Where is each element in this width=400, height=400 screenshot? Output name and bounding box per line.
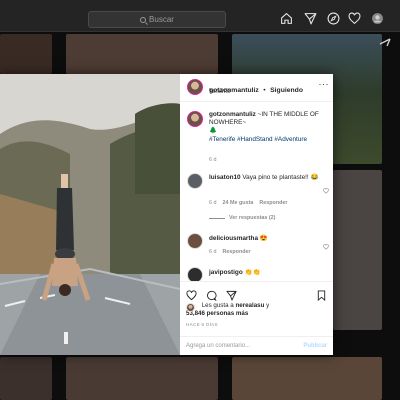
liker-username[interactable]: nerealasu <box>235 302 264 309</box>
caption-age: 6 d <box>209 157 217 163</box>
comment-avatar[interactable] <box>187 267 203 281</box>
comment-likes[interactable]: 24 Me gusta <box>223 200 254 206</box>
post-actions-bar <box>180 281 333 302</box>
post-timestamp: HACE 6 DÍAS <box>186 322 218 327</box>
liker-avatar[interactable] <box>186 303 195 312</box>
following-button[interactable]: Siguiendo <box>270 87 303 94</box>
post-modal: gotzonmantuliz • Siguiendo Tenerife ··· … <box>0 74 333 355</box>
view-replies-button[interactable]: Ver respuestas (2) <box>209 215 275 221</box>
post-header: gotzonmantuliz • Siguiendo Tenerife ··· <box>180 74 333 102</box>
home-icon[interactable] <box>280 12 293 25</box>
comment-like-heart-icon[interactable] <box>323 237 329 250</box>
instagram-page: Buscar gotzonmantuliz • Siguiendo Teneri… <box>0 0 400 400</box>
replies-divider <box>209 217 225 219</box>
reply-button[interactable]: Responder <box>223 249 251 255</box>
comment-username[interactable]: deliciousmartha <box>209 235 258 242</box>
comments-list: gotzonmantuliz ~IN THE MIDDLE OF NOWHERE… <box>180 103 333 281</box>
follow-separator: • <box>263 87 266 94</box>
comment-meta-row: 6 d 24 Me gusta Responder <box>209 200 288 206</box>
feed-thumbnail[interactable] <box>66 34 218 74</box>
caption-author-avatar[interactable] <box>187 111 203 127</box>
add-comment-input[interactable]: Agrega un comentario... <box>186 343 250 349</box>
search-placeholder: Buscar <box>149 15 174 24</box>
profile-avatar-icon[interactable] <box>371 12 384 25</box>
caption-tree-emoji: 🌲 <box>209 127 217 135</box>
feed-thumbnail[interactable] <box>333 170 382 330</box>
caption-hashtags[interactable]: #Tenerife #HandStand #Adventure <box>209 136 307 143</box>
comment-text: luisaton10 Vaya pino te plantaste!! 😂 <box>209 174 319 182</box>
reply-button[interactable]: Responder <box>259 200 287 206</box>
comment-like-heart-icon[interactable] <box>323 181 329 194</box>
next-post-arrow-icon[interactable] <box>376 36 396 56</box>
feed-thumbnail[interactable] <box>0 34 52 74</box>
comment-text: deliciousmartha 😍 <box>209 235 268 243</box>
top-nav-bar: Buscar <box>0 0 400 32</box>
comment-body: Vaya pino te plantaste!! <box>242 174 309 181</box>
post-caption: gotzonmantuliz ~IN THE MIDDLE OF NOWHERE… <box>209 111 327 144</box>
comment-bubble-icon[interactable] <box>206 288 217 302</box>
publish-button[interactable]: Publicar <box>303 343 327 349</box>
comment-emoji: 😍 <box>259 235 268 242</box>
likes-summary: Les gusta a nerealasu y 53,846 personas … <box>186 302 269 318</box>
view-replies-label: Ver respuestas (2) <box>229 215 276 221</box>
feed-thumbnail[interactable] <box>232 357 382 400</box>
comment-username[interactable]: javipostigo <box>209 269 243 276</box>
likes-and: y <box>266 302 270 309</box>
post-side-panel: gotzonmantuliz • Siguiendo Tenerife ··· … <box>180 74 333 355</box>
share-icon[interactable] <box>226 288 237 301</box>
search-icon <box>140 16 147 23</box>
comment-username[interactable]: luisaton10 <box>209 174 241 181</box>
explore-icon[interactable] <box>327 12 340 25</box>
feed-thumbnail[interactable] <box>0 357 52 400</box>
direct-message-icon[interactable] <box>304 12 317 25</box>
caption-username[interactable]: gotzonmantuliz <box>209 111 256 118</box>
search-box[interactable]: Buscar <box>88 11 226 28</box>
author-avatar[interactable] <box>187 79 203 95</box>
likes-count[interactable]: 53,846 personas más <box>186 310 248 317</box>
save-bookmark-icon[interactable] <box>316 288 327 302</box>
like-heart-icon[interactable] <box>186 288 197 301</box>
comment-meta-row: 6 d Responder <box>209 249 251 255</box>
comment-age: 6 d <box>209 249 217 255</box>
post-photo <box>0 74 180 355</box>
more-options-icon[interactable]: ··· <box>319 79 330 89</box>
likes-prefix: Les gusta a <box>201 302 234 309</box>
post-location[interactable]: Tenerife <box>209 89 230 95</box>
comment-emoji: 😂 <box>310 174 319 181</box>
comment-avatar[interactable] <box>187 233 203 249</box>
add-comment-bar: Agrega un comentario... Publicar <box>180 336 333 355</box>
comment-text: javipostigo 👏👏 <box>209 269 260 277</box>
comment-avatar[interactable] <box>187 173 203 189</box>
comment-age: 6 d <box>209 200 217 206</box>
feed-thumbnail[interactable] <box>66 357 218 400</box>
handstand-road-photo <box>0 74 180 355</box>
activity-heart-icon[interactable] <box>348 12 361 25</box>
comment-emoji: 👏👏 <box>244 269 261 276</box>
